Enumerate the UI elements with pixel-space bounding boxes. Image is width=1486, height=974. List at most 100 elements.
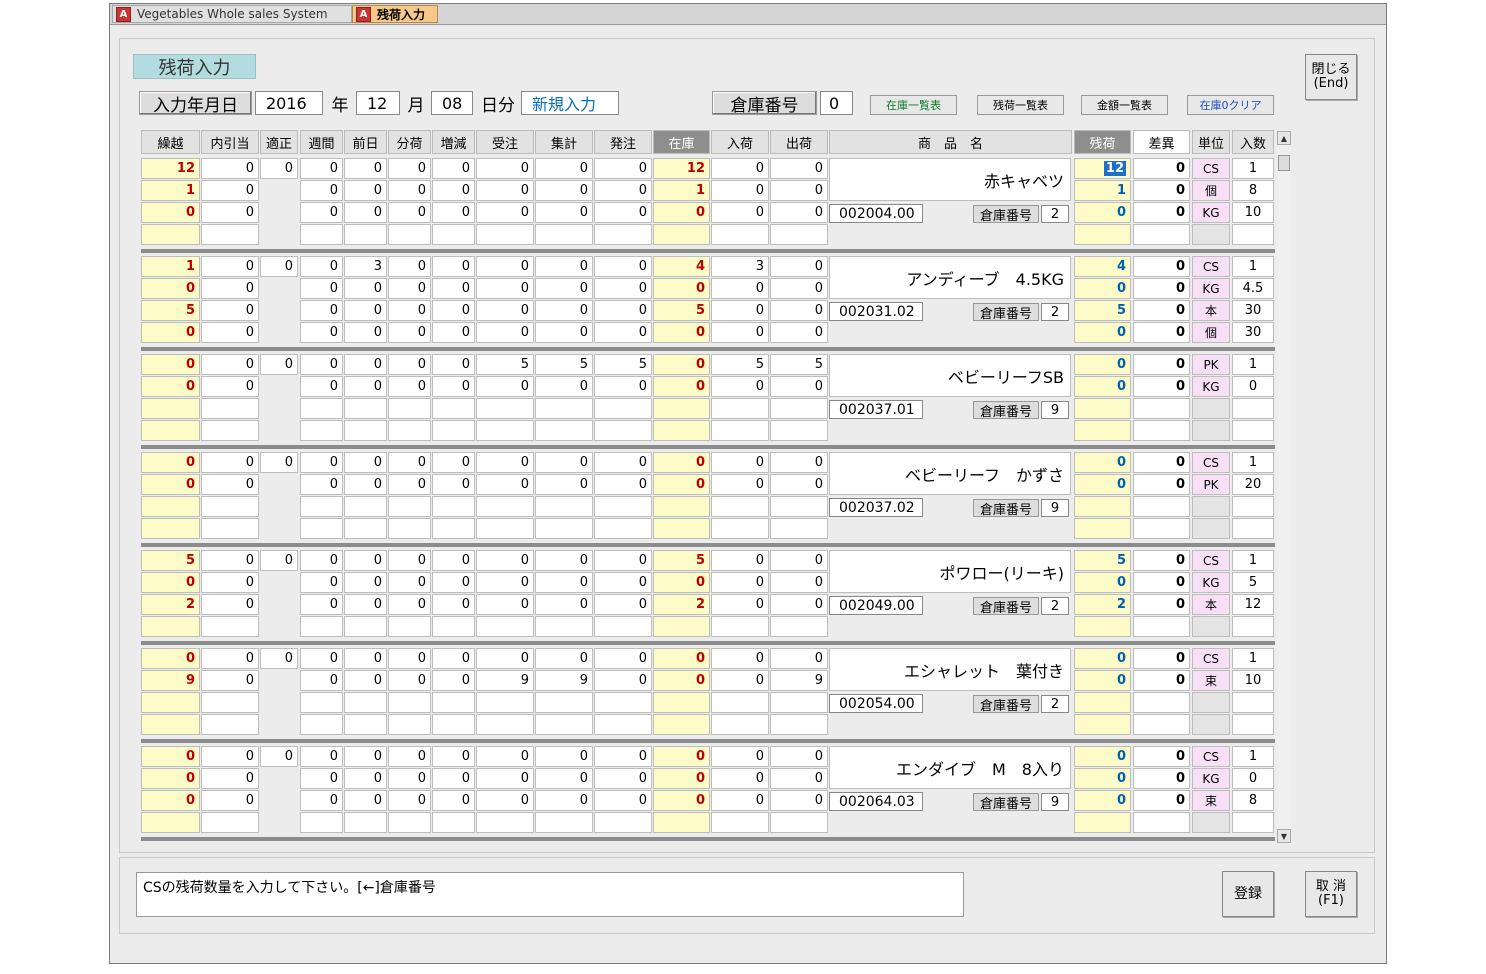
cell-sai[interactable]: 0	[1133, 322, 1190, 343]
cell-sai[interactable]	[1133, 398, 1190, 419]
cell-sai[interactable]	[1133, 692, 1190, 713]
cell-bunka	[388, 616, 431, 637]
cell-zanka[interactable]: 0	[1074, 452, 1131, 473]
cell-sai[interactable]: 0	[1133, 278, 1190, 299]
cell-zanka[interactable]	[1074, 714, 1131, 735]
cancel-button[interactable]: 取 消 (F1)	[1305, 871, 1357, 917]
cell-sai[interactable]: 0	[1133, 256, 1190, 277]
cell-juchu	[476, 812, 534, 833]
cell-sai[interactable]: 0	[1133, 474, 1190, 495]
cell-zaiko: 0	[653, 768, 710, 789]
cell-zanka[interactable]	[1074, 420, 1131, 441]
cell-uchi: 0	[201, 572, 259, 593]
day-field[interactable]: 08	[431, 91, 473, 115]
cell-sai[interactable]: 0	[1133, 670, 1190, 691]
cell-zanka[interactable]: 0	[1074, 354, 1131, 375]
month-field[interactable]: 12	[356, 91, 400, 115]
cell-zanka[interactable]	[1074, 224, 1131, 245]
cell-bunka: 0	[388, 158, 431, 179]
year-field[interactable]: 2016	[255, 91, 323, 115]
cell-sai[interactable]	[1133, 714, 1190, 735]
cell-zanka[interactable]: 2	[1074, 594, 1131, 615]
cell-bunka: 0	[388, 648, 431, 669]
cell-zanka[interactable]	[1074, 616, 1131, 637]
cell-juchu: 0	[476, 768, 534, 789]
cell-zanka[interactable]: 0	[1074, 202, 1131, 223]
cell-sai[interactable]: 0	[1133, 300, 1190, 321]
row-warehouse-value[interactable]: 2	[1041, 303, 1069, 321]
cell-zanka[interactable]	[1074, 812, 1131, 833]
register-button[interactable]: 登録	[1222, 871, 1274, 917]
cell-unit: 本	[1192, 594, 1230, 615]
cell-uchi: 0	[201, 180, 259, 201]
grid-scrollbar[interactable]: ▲ ▼	[1277, 131, 1291, 843]
cell-zanka[interactable]: 0	[1074, 572, 1131, 593]
day-unit: 日分	[481, 95, 515, 116]
cell-zanka[interactable]: 0	[1074, 670, 1131, 691]
cell-uchi	[201, 496, 259, 517]
remain-list-button[interactable]: 残荷一覧表	[977, 95, 1064, 115]
row-warehouse-value[interactable]: 9	[1041, 793, 1069, 811]
close-button[interactable]: 閉じる (End)	[1305, 54, 1357, 100]
row-warehouse-value[interactable]: 9	[1041, 499, 1069, 517]
cell-hatchu	[594, 398, 652, 419]
cell-zanka[interactable]	[1074, 518, 1131, 539]
cell-hatchu	[594, 496, 652, 517]
cell-sai[interactable]: 0	[1133, 550, 1190, 571]
cell-sai[interactable]	[1133, 224, 1190, 245]
cell-sai[interactable]: 0	[1133, 376, 1190, 397]
cell-sai[interactable]	[1133, 420, 1190, 441]
row-warehouse-value[interactable]: 2	[1041, 205, 1069, 223]
cell-zanka[interactable]: 0	[1074, 376, 1131, 397]
cell-zanka[interactable]: 0	[1074, 746, 1131, 767]
tab-remain-input[interactable]: A 残荷入力	[352, 5, 438, 23]
cell-zanka[interactable]: 1	[1074, 180, 1131, 201]
stock-clear-button[interactable]: 在庫0クリア	[1187, 95, 1274, 115]
cell-sai[interactable]: 0	[1133, 452, 1190, 473]
cell-sai[interactable]: 0	[1133, 790, 1190, 811]
cell-bunka: 0	[388, 594, 431, 615]
cell-zaiko	[653, 518, 710, 539]
cell-sai[interactable]: 0	[1133, 648, 1190, 669]
cell-zanka[interactable]: 0	[1074, 278, 1131, 299]
cell-zanka[interactable]	[1074, 496, 1131, 517]
cell-zanka[interactable]: 0	[1074, 474, 1131, 495]
cell-zanka[interactable]: 0	[1074, 648, 1131, 669]
cell-shukka	[770, 714, 828, 735]
cell-sai[interactable]	[1133, 616, 1190, 637]
cell-zanka[interactable]	[1074, 398, 1131, 419]
cell-sai[interactable]	[1133, 812, 1190, 833]
cell-shukan: 0	[300, 474, 343, 495]
selected-value[interactable]: 12	[1103, 161, 1126, 176]
cell-sai[interactable]: 0	[1133, 158, 1190, 179]
cell-sai[interactable]: 0	[1133, 202, 1190, 223]
amount-list-button[interactable]: 金額一覧表	[1081, 95, 1168, 115]
cell-sai[interactable]: 0	[1133, 354, 1190, 375]
cell-sai[interactable]: 0	[1133, 180, 1190, 201]
cell-zanka[interactable]	[1074, 692, 1131, 713]
row-warehouse-value[interactable]: 2	[1041, 597, 1069, 615]
cell-sai[interactable]: 0	[1133, 572, 1190, 593]
scroll-down-arrow-icon[interactable]: ▼	[1277, 829, 1291, 843]
cell-unit: PK	[1192, 474, 1230, 495]
tab-main-system[interactable]: A Vegetables Whole sales System	[112, 5, 352, 23]
cell-sai[interactable]: 0	[1133, 594, 1190, 615]
cell-sai[interactable]: 0	[1133, 768, 1190, 789]
cell-zanka[interactable]: 4	[1074, 256, 1131, 277]
stock-list-button[interactable]: 在庫一覧表	[870, 95, 957, 115]
cell-zanka[interactable]: 0	[1074, 322, 1131, 343]
row-warehouse-value[interactable]: 9	[1041, 401, 1069, 419]
warehouse-field[interactable]: 0	[820, 91, 853, 115]
scroll-thumb[interactable]	[1278, 155, 1290, 171]
row-warehouse-value[interactable]: 2	[1041, 695, 1069, 713]
cell-shukei	[535, 420, 593, 441]
cell-zanka[interactable]: 0	[1074, 790, 1131, 811]
cell-sai[interactable]	[1133, 518, 1190, 539]
cell-sai[interactable]: 0	[1133, 746, 1190, 767]
cell-zanka[interactable]: 5	[1074, 550, 1131, 571]
cell-zanka[interactable]: 0	[1074, 768, 1131, 789]
cell-sai[interactable]	[1133, 496, 1190, 517]
scroll-up-arrow-icon[interactable]: ▲	[1277, 131, 1291, 145]
cell-zanka[interactable]: 12	[1074, 158, 1131, 179]
cell-zanka[interactable]: 5	[1074, 300, 1131, 321]
